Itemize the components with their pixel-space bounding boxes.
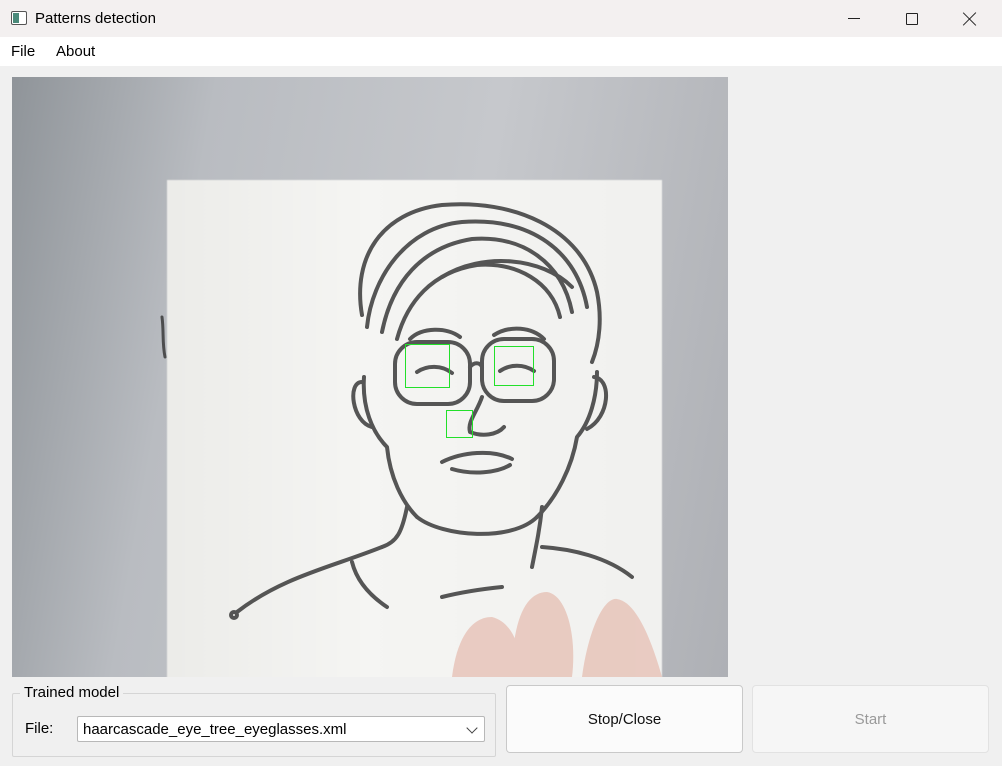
model-file-value: haarcascade_eye_tree_eyeglasses.xml (83, 721, 347, 738)
maximize-icon (906, 12, 918, 25)
detection-box (446, 410, 473, 438)
minimize-button[interactable] (825, 0, 883, 37)
file-label: File: (25, 720, 54, 737)
menu-bar: File About (0, 37, 1002, 66)
face-sketch-image (160, 202, 662, 677)
title-bar[interactable]: Patterns detection (0, 0, 1002, 37)
window-title: Patterns detection (35, 10, 156, 27)
close-button[interactable] (941, 0, 999, 37)
stop-close-button[interactable]: Stop/Close (506, 685, 743, 753)
model-file-select[interactable]: haarcascade_eye_tree_eyeglasses.xml (77, 716, 485, 742)
menu-file[interactable]: File (11, 43, 35, 60)
close-icon (963, 12, 977, 26)
maximize-button[interactable] (883, 0, 941, 37)
detection-box (494, 346, 534, 386)
trained-model-title: Trained model (20, 684, 124, 701)
menu-about[interactable]: About (56, 43, 95, 60)
app-window-icon (11, 11, 27, 25)
start-button[interactable]: Start (752, 685, 989, 753)
chevron-down-icon (466, 722, 478, 734)
camera-video-frame (12, 77, 728, 677)
detection-box (405, 344, 450, 388)
minimize-icon (848, 18, 860, 19)
